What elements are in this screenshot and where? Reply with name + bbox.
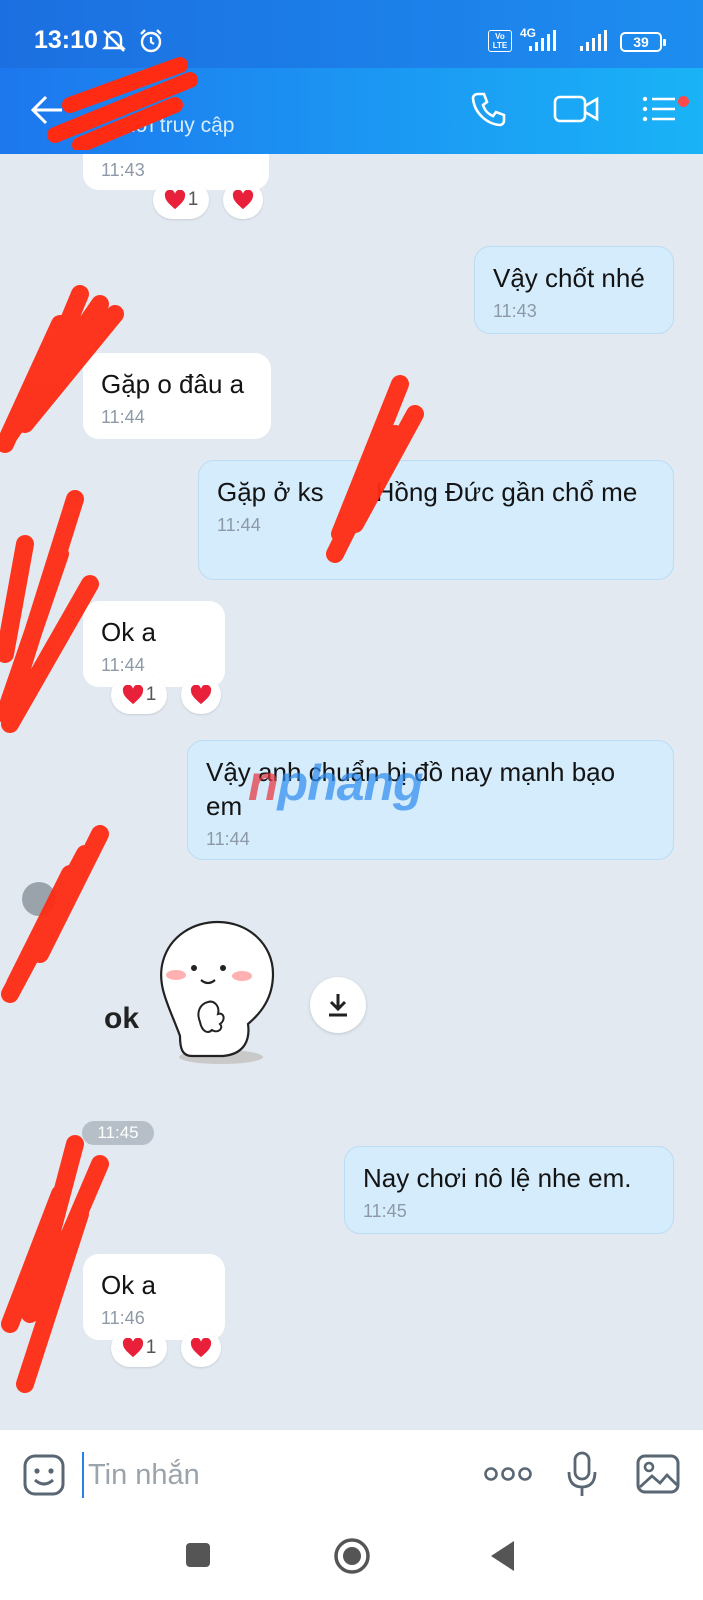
time-separator: 11:45 — [82, 1121, 154, 1145]
message-bubble-outgoing[interactable]: Nay chơi nô lệ nhe em. 11:45 — [344, 1146, 674, 1234]
status-bar: 13:10 Vo LTE 4G 39 — [0, 0, 703, 68]
reaction-count: 1 — [145, 1337, 157, 1358]
message-time: 11:46 — [101, 1308, 145, 1328]
message-input[interactable] — [82, 1452, 442, 1498]
message-time: 11:43 — [101, 160, 145, 180]
reaction-summary[interactable]: 1 — [111, 1329, 167, 1367]
reaction-count: 1 — [187, 189, 199, 210]
message-time: 11:45 — [363, 1201, 407, 1221]
message-text: Ok a — [101, 1270, 156, 1300]
more-options-icon[interactable] — [484, 1464, 532, 1484]
heart-icon — [190, 685, 212, 705]
sticker-caption: ok — [104, 1002, 139, 1035]
contact-status: mới truy cập — [118, 114, 235, 137]
reaction-count: 1 — [145, 684, 157, 705]
phone-call-icon[interactable] — [470, 90, 508, 128]
alarm-icon — [140, 29, 162, 53]
message-input-bar — [0, 1429, 703, 1519]
reaction-summary[interactable]: 1 — [111, 676, 167, 714]
heart-icon — [122, 685, 143, 705]
message-bubble-outgoing[interactable]: Gặp ở ks Hồng Đức gần chổ me 11:44 — [198, 460, 674, 580]
message-time: 11:44 — [101, 655, 145, 675]
download-sticker-button[interactable] — [310, 977, 366, 1033]
message-time: 11:43 — [493, 301, 537, 321]
menu-list-icon[interactable] — [641, 90, 679, 128]
message-bubble-outgoing[interactable]: Vậy chốt nhé 11:43 — [474, 246, 674, 334]
home-icon[interactable] — [333, 1537, 371, 1575]
message-bubble-incoming[interactable]: Gặp o đâu a 11:44 — [83, 353, 271, 439]
battery-indicator: 39 — [620, 32, 666, 52]
reaction-summary[interactable]: 1 — [153, 181, 209, 219]
microphone-icon[interactable] — [566, 1450, 598, 1498]
video-call-icon[interactable] — [553, 90, 599, 128]
heart-icon — [232, 190, 254, 210]
message-time: 11:44 — [101, 407, 145, 427]
heart-icon — [190, 1338, 212, 1358]
image-gallery-icon[interactable] — [636, 1454, 680, 1494]
chat-screen: 13:10 Vo LTE 4G 39 mới truy cập 11:43 1 … — [0, 0, 703, 1600]
message-text: Ok a — [101, 617, 156, 647]
recent-apps-icon[interactable] — [184, 1541, 212, 1569]
message-time: 11:44 — [217, 515, 261, 535]
sticker-ok[interactable]: ok — [98, 916, 298, 1066]
system-nav-bar — [0, 1519, 703, 1600]
chat-header: mới truy cập — [0, 68, 703, 154]
back-arrow-icon[interactable] — [30, 92, 66, 128]
message-bubble-incoming[interactable]: Ok a 11:46 — [83, 1254, 225, 1340]
message-time: 11:44 — [206, 829, 250, 849]
message-list[interactable]: 11:43 1 Vậy chốt nhé 11:43 Gặp o đâu a 1… — [0, 154, 703, 1429]
watermark-logo: nphang — [248, 755, 424, 811]
message-bubble-incoming[interactable]: Ok a 11:44 — [83, 601, 225, 687]
message-text: Gặp ở ks Hồng Đức gần chổ me — [217, 477, 638, 507]
react-button[interactable] — [181, 1329, 221, 1367]
download-icon — [329, 994, 347, 1017]
volte-icon: Vo LTE — [488, 30, 512, 52]
heart-icon — [164, 190, 185, 210]
status-time: 13:10 — [34, 26, 98, 54]
signal-icon-2 — [580, 30, 607, 51]
avatar[interactable] — [22, 882, 56, 916]
heart-icon — [122, 1338, 143, 1358]
react-button[interactable] — [181, 676, 221, 714]
emoji-icon[interactable] — [22, 1453, 66, 1497]
back-nav-icon[interactable] — [488, 1539, 518, 1573]
mute-bell-icon — [102, 30, 126, 52]
message-text: Gặp o đâu a — [101, 369, 245, 399]
signal-icon-1 — [529, 30, 556, 51]
notification-dot — [678, 96, 689, 107]
react-button[interactable] — [223, 181, 263, 219]
message-text: Nay chơi nô lệ nhe em. — [363, 1163, 632, 1193]
message-text: Vậy chốt nhé — [493, 263, 645, 293]
